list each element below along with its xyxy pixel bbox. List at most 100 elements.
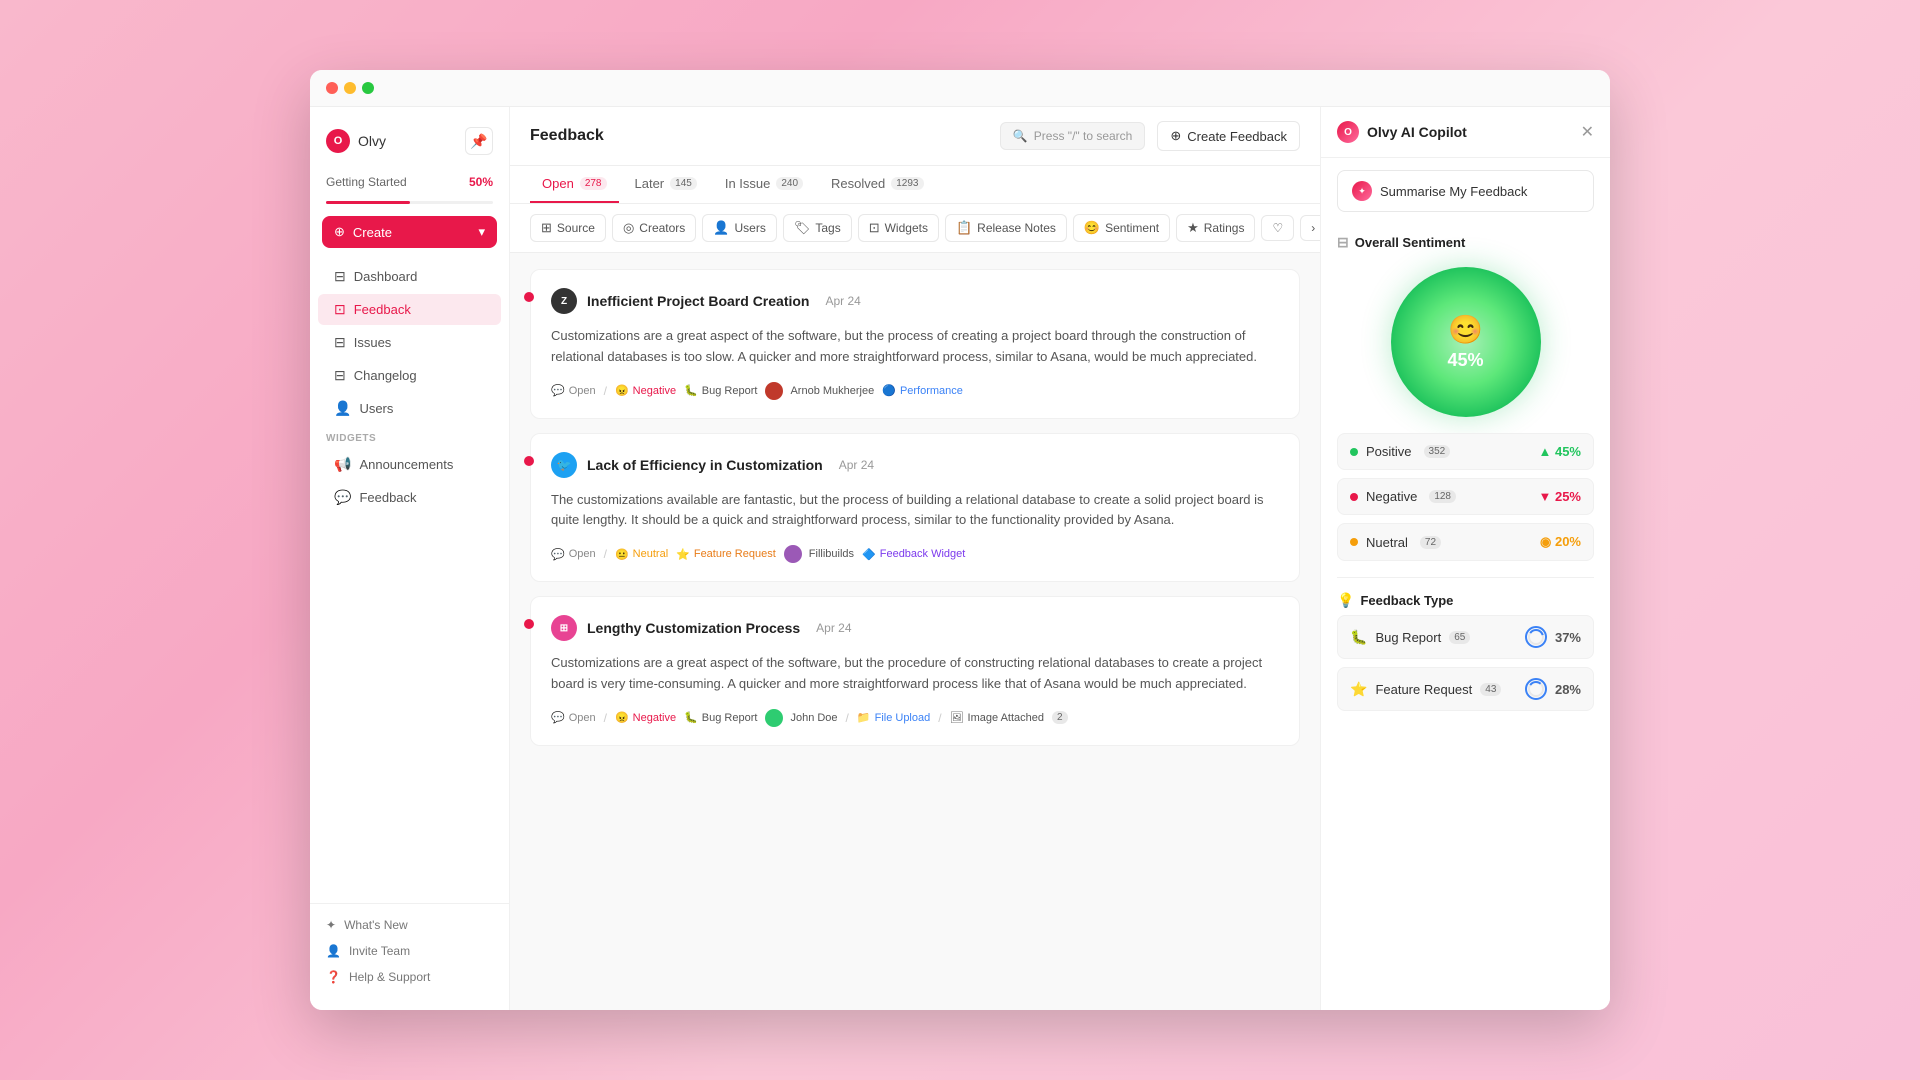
neutral-dot <box>1350 538 1358 546</box>
bug-report-count: 65 <box>1449 631 1470 644</box>
filter-users-label: Users <box>734 221 765 235</box>
sidebar-item-feedback-widget[interactable]: 💬 Feedback <box>318 482 501 513</box>
tag-separator: / <box>604 547 607 561</box>
neutral-pct-icon: ◉ <box>1540 534 1551 549</box>
feed-card-1[interactable]: Z Inefficient Project Board Creation Apr… <box>530 269 1300 419</box>
maximize-button[interactable] <box>362 82 374 94</box>
progress-bar-fill <box>326 201 410 204</box>
filter-tags-label: Tags <box>815 221 840 235</box>
tab-later[interactable]: Later 145 <box>623 166 709 203</box>
sentiment-circle: 😊 45% <box>1391 267 1541 417</box>
titlebar <box>310 70 1610 107</box>
negative-count: 128 <box>1429 490 1456 503</box>
widget-label: Feedback Widget <box>880 548 966 560</box>
bug-icon: 🐛 <box>684 711 698 724</box>
card-date: Apr 24 <box>839 458 874 472</box>
feed: Z Inefficient Project Board Creation Apr… <box>510 253 1320 1010</box>
filter-heart[interactable]: ♡ <box>1261 215 1294 241</box>
sidebar-item-label: Issues <box>354 335 392 350</box>
sidebar-item-feedback[interactable]: ⊡ Feedback <box>318 294 501 325</box>
sidebar-item-users[interactable]: 👤 Users <box>318 393 501 424</box>
feed-card-3[interactable]: ⊞ Lengthy Customization Process Apr 24 C… <box>530 596 1300 746</box>
widgets-section-label: WIDGETS <box>310 425 509 448</box>
filter-tags[interactable]: 🏷 Tags <box>783 214 852 242</box>
feature-request-pct: 28% <box>1555 682 1581 697</box>
sidebar-pin[interactable]: 📌 <box>465 127 493 155</box>
whats-new-nav[interactable]: ✦ What's New <box>310 912 509 938</box>
user-label: Fillibuilds <box>809 548 854 560</box>
card-title: Lengthy Customization Process <box>587 620 800 636</box>
sentiment-emoji: 😊 <box>1448 313 1483 346</box>
filter-ratings[interactable]: ★ Ratings <box>1176 214 1255 242</box>
filter-creators[interactable]: ◎ Creators <box>612 214 696 242</box>
tag-sentiment: 😠 Negative <box>615 711 676 724</box>
feature-request-bar: ⭐ Feature Request 43 28% <box>1337 667 1594 711</box>
feedback-type-icon: 💡 <box>1337 592 1354 609</box>
feature-request-label: Feature Request <box>1375 682 1472 697</box>
help-support-nav[interactable]: ❓ Help & Support <box>310 964 509 990</box>
search-placeholder: Press "/" to search <box>1034 129 1133 143</box>
widget-icon: 🔷 <box>862 548 876 561</box>
invite-team-icon: 👤 <box>326 944 341 958</box>
summarise-button[interactable]: ✦ Summarise My Feedback <box>1337 170 1594 212</box>
positive-pct-icon: ▲ <box>1538 444 1551 459</box>
invite-team-nav[interactable]: 👤 Invite Team <box>310 938 509 964</box>
app-window: O Olvy 📌 Getting Started 50% ⊕ Create ▾ … <box>310 70 1610 1010</box>
feedback-type-section: 💡 Feedback Type <box>1321 582 1610 615</box>
tab-in-issue[interactable]: In Issue 240 <box>713 166 815 203</box>
sidebar-item-announcements[interactable]: 📢 Announcements <box>318 449 501 480</box>
sentiment-label: Negative <box>633 712 676 724</box>
sidebar-item-label: Changelog <box>354 368 417 383</box>
summarise-icon: ✦ <box>1352 181 1372 201</box>
create-feedback-label: Create Feedback <box>1187 129 1287 144</box>
negative-pct-icon: ▼ <box>1538 489 1551 504</box>
feature-request-count: 43 <box>1480 683 1501 696</box>
create-feedback-button[interactable]: ⊕ Create Feedback <box>1157 121 1300 151</box>
feature-request-circle <box>1525 678 1547 700</box>
feed-card-2[interactable]: 🐦 Lack of Efficiency in Customization Ap… <box>530 433 1300 583</box>
filter-sentiment[interactable]: 😊 Sentiment <box>1073 214 1170 242</box>
panel-title: Olvy AI Copilot <box>1367 124 1467 140</box>
status-label: Open <box>569 548 596 560</box>
widgets-icon: ⊡ <box>869 220 880 236</box>
image-icon: 🖼 <box>950 711 964 724</box>
close-button[interactable] <box>326 82 338 94</box>
tab-open[interactable]: Open 278 <box>530 166 619 203</box>
bug-report-icon: 🐛 <box>1350 629 1367 646</box>
card-title: Lack of Efficiency in Customization <box>587 457 823 473</box>
tab-open-count: 278 <box>580 177 607 190</box>
card-header: Z Inefficient Project Board Creation Apr… <box>551 288 1279 314</box>
tabs-row: Open 278 Later 145 In Issue 240 Resolved… <box>510 166 1320 204</box>
filter-widgets[interactable]: ⊡ Widgets <box>858 214 939 242</box>
filter-users[interactable]: 👤 Users <box>702 214 777 242</box>
getting-started-label: Getting Started <box>326 175 407 189</box>
tab-resolved-label: Resolved <box>831 176 885 191</box>
tab-resolved[interactable]: Resolved 1293 <box>819 166 935 203</box>
tag-status: 💬 Open <box>551 711 596 724</box>
create-button[interactable]: ⊕ Create ▾ <box>322 216 497 248</box>
tag-separator: / <box>846 711 849 725</box>
sidebar-logo: O Olvy 📌 <box>310 119 509 167</box>
dashboard-icon: ⊟ <box>334 268 346 285</box>
panel-header: O Olvy AI Copilot ✕ <box>1321 107 1610 158</box>
tag-user: Arnob Mukherjee <box>765 382 874 400</box>
filter-source[interactable]: ⊞ Source <box>530 214 606 242</box>
minimize-button[interactable] <box>344 82 356 94</box>
feedback-widget-icon: 💬 <box>334 489 351 506</box>
close-icon[interactable]: ✕ <box>1581 122 1594 142</box>
sidebar-item-changelog[interactable]: ⊟ Changelog <box>318 360 501 391</box>
image-count: 2 <box>1052 711 1068 724</box>
tab-open-label: Open <box>542 176 574 191</box>
filter-release-notes[interactable]: 📋 Release Notes <box>945 214 1067 242</box>
bug-icon: 🐛 <box>684 384 698 397</box>
sidebar-item-issues[interactable]: ⊟ Issues <box>318 327 501 358</box>
sentiment-circle-wrap: 😊 45% <box>1321 257 1610 433</box>
tag-separator: / <box>938 711 941 725</box>
search-bar[interactable]: 🔍 Press "/" to search <box>1000 122 1146 150</box>
right-panel: O Olvy AI Copilot ✕ ✦ Summarise My Feedb… <box>1320 107 1610 1010</box>
header-actions: 🔍 Press "/" to search ⊕ Create Feedback <box>1000 121 1300 151</box>
sidebar-item-dashboard[interactable]: ⊟ Dashboard <box>318 261 501 292</box>
tag-sentiment: 😠 Negative <box>615 384 676 397</box>
positive-dot <box>1350 448 1358 456</box>
filter-more[interactable]: › <box>1300 215 1320 241</box>
